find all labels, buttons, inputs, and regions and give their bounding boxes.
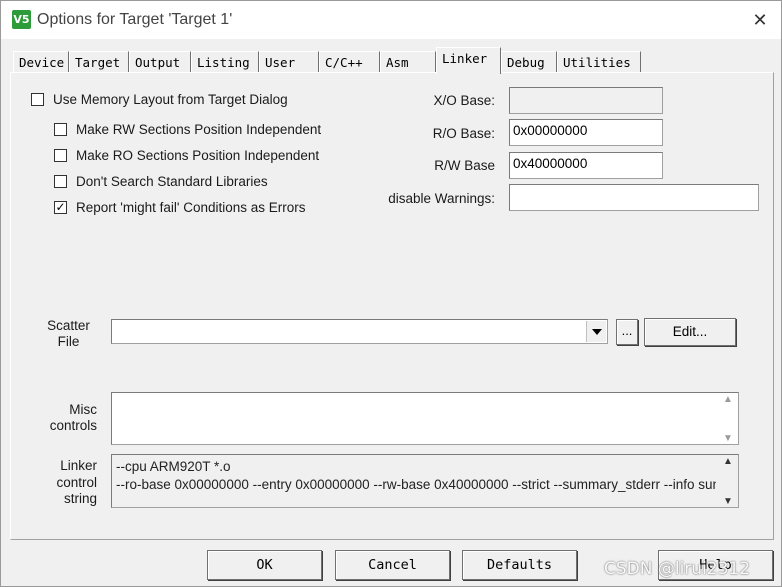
tab-listing[interactable]: Listing — [191, 51, 259, 73]
misc-label-line2: controls — [49, 418, 97, 433]
ro-independent-checkbox[interactable]: Make RO Sections Position Independent — [54, 146, 319, 164]
use-memory-layout-checkbox[interactable]: Use Memory Layout from Target Dialog — [31, 90, 288, 108]
linker-string-line2: --ro-base 0x00000000 --entry 0x00000000 … — [116, 477, 716, 492]
disable-warnings-input[interactable] — [509, 184, 759, 211]
rw-independent-checkbox[interactable]: Make RW Sections Position Independent — [54, 120, 321, 138]
title-bar: V5 Options for Target 'Target 1' ✕ — [1, 1, 781, 39]
no-std-libs-checkbox[interactable]: Don't Search Standard Libraries — [54, 172, 268, 190]
rw-base-input[interactable]: 0x40000000 — [509, 152, 663, 179]
tab-linker[interactable]: Linker — [436, 47, 501, 74]
window-title: Options for Target 'Target 1' — [37, 11, 233, 28]
rw-base-label: R/W Base — [434, 158, 495, 173]
ro-base-input[interactable]: 0x00000000 — [509, 119, 663, 146]
linker-label-line2: control — [56, 474, 97, 490]
checkbox-box[interactable] — [54, 174, 67, 188]
linker-control-string-label: Linker control string — [41, 458, 97, 508]
checkbox-box[interactable] — [54, 148, 67, 162]
xo-base-label: X/O Base: — [433, 93, 495, 108]
misc-controls-textarea[interactable]: ▲ ▼ — [111, 392, 739, 445]
checkbox-label: Make RW Sections Position Independent — [76, 121, 322, 137]
keil-app-icon: V5 — [12, 10, 31, 29]
ok-button[interactable]: OK — [207, 550, 322, 580]
tab-asm[interactable]: Asm — [380, 51, 436, 73]
checkbox-label: Make RO Sections Position Independent — [76, 147, 320, 163]
dropdown-arrow-icon[interactable] — [586, 321, 606, 342]
linker-control-string-box: --cpu ARM920T *.o --ro-base 0x00000000 --… — [111, 454, 739, 508]
checkmark-icon[interactable]: ✓ — [54, 200, 67, 214]
linker-label-line1: Linker — [60, 458, 97, 473]
checkbox-label: Don't Search Standard Libraries — [76, 173, 268, 189]
disable-warnings-label: disable Warnings: — [388, 191, 495, 206]
scatter-label-line2: File — [57, 334, 80, 349]
csdn-watermark: CSDN @lirui2312 — [604, 559, 751, 579]
scatter-label-line1: Scatter — [47, 318, 90, 333]
might-fail-errors-checkbox[interactable]: ✓ Report 'might fail' Conditions as Erro… — [54, 198, 306, 216]
ro-base-label: R/O Base: — [432, 126, 495, 141]
tab-user[interactable]: User — [259, 51, 319, 73]
cancel-button[interactable]: Cancel — [335, 550, 450, 580]
tab-debug[interactable]: Debug — [501, 51, 557, 73]
misc-controls-label: Misc controls — [39, 402, 97, 434]
options-dialog: V5 Options for Target 'Target 1' ✕ Devic… — [0, 0, 782, 587]
tab-device[interactable]: Device — [13, 51, 69, 73]
linker-string-line1: --cpu ARM920T *.o — [116, 459, 231, 474]
linker-string-scrollbar[interactable]: ▲ ▼ — [719, 456, 737, 507]
close-icon[interactable]: ✕ — [745, 6, 775, 34]
checkbox-box[interactable] — [31, 92, 44, 106]
linker-label-line3: string — [63, 491, 97, 506]
scatter-file-combo[interactable] — [111, 319, 608, 344]
scroll-down-icon[interactable]: ▼ — [723, 433, 733, 444]
scatter-file-label: Scatter File — [41, 318, 96, 350]
linker-control-string-text: --cpu ARM920T *.o --ro-base 0x00000000 --… — [116, 458, 716, 494]
checkbox-label: Use Memory Layout from Target Dialog — [53, 91, 288, 107]
scroll-up-icon[interactable]: ▲ — [723, 394, 733, 405]
tab-utilities[interactable]: Utilities — [557, 51, 641, 73]
scroll-down-icon[interactable]: ▼ — [723, 496, 733, 507]
scatter-edit-button[interactable]: Edit... — [644, 318, 736, 346]
checkbox-label: Report 'might fail' Conditions as Errors — [76, 199, 306, 215]
misc-label-line1: Misc — [69, 402, 97, 417]
checkbox-box[interactable] — [54, 122, 67, 136]
tab-target[interactable]: Target — [69, 51, 129, 73]
scatter-browse-button[interactable]: ... — [616, 319, 638, 345]
tab-output[interactable]: Output — [129, 51, 191, 73]
defaults-button[interactable]: Defaults — [462, 550, 577, 580]
scroll-up-icon[interactable]: ▲ — [723, 456, 733, 467]
tab-cpp[interactable]: C/C++ — [319, 51, 380, 73]
misc-scrollbar[interactable]: ▲ ▼ — [719, 394, 737, 444]
xo-base-input — [509, 87, 663, 114]
